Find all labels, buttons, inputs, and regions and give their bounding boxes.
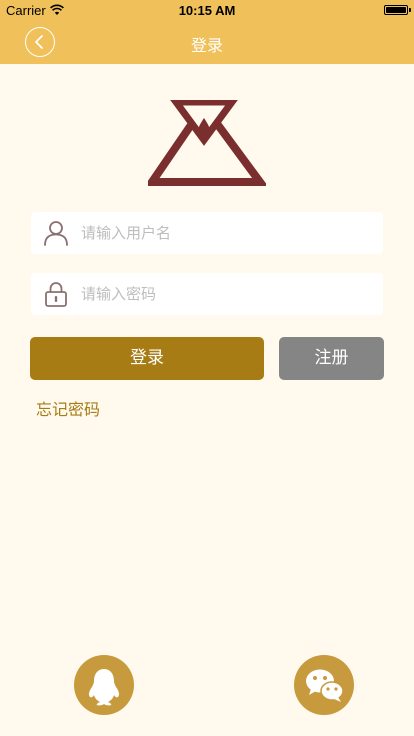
qq-login-button[interactable] <box>74 655 134 715</box>
navigation-bar: 登录 <box>0 20 414 64</box>
login-button[interactable]: 登录 <box>30 337 264 380</box>
username-field <box>31 212 383 254</box>
battery-tip <box>409 8 411 12</box>
app-logo <box>148 100 266 186</box>
page-title: 登录 <box>190 36 223 55</box>
forgot-password-link[interactable]: 忘记密码 <box>36 396 100 420</box>
register-button[interactable]: 注册 <box>279 337 384 380</box>
battery-icon <box>384 5 408 15</box>
user-icon <box>44 221 68 246</box>
username-input[interactable] <box>81 212 371 254</box>
wechat-login-button[interactable] <box>294 655 354 715</box>
clock-label: 10:15 AM <box>178 3 236 18</box>
lock-icon <box>45 282 67 307</box>
password-field <box>31 273 383 315</box>
status-bar: Carrier 10:15 AM <box>0 0 414 20</box>
qq-penguin-icon <box>88 669 120 706</box>
wechat-icon <box>306 669 344 702</box>
password-input[interactable] <box>81 273 371 315</box>
